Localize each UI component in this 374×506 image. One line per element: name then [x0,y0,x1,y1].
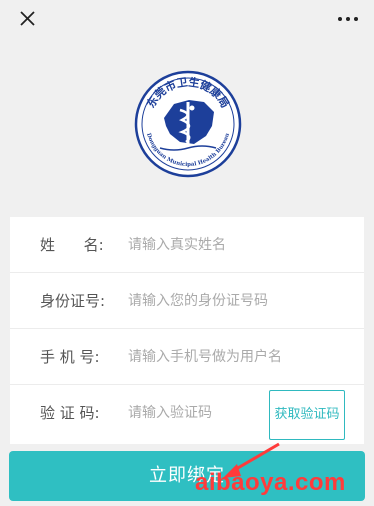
code-input[interactable] [128,399,253,427]
name-row: 姓 名: [10,217,364,273]
id-number-label: 身份证号: [40,292,106,310]
health-bureau-logo: 东莞市卫生健康局 Dongguan Municipal Health Burea… [134,70,242,178]
id-number-row: 身份证号: [10,273,364,329]
get-code-button[interactable]: 获取验证码 [269,390,345,440]
phone-row: 手 机 号: [10,329,364,385]
watermark: aibaoya.com [195,469,346,496]
more-dots-icon[interactable] [334,7,362,31]
code-label: 验 证 码: [40,404,100,422]
top-bar [0,0,374,38]
id-number-input[interactable] [128,287,338,315]
phone-input[interactable] [128,343,338,371]
name-label: 姓 名: [40,236,104,254]
bind-form: 姓 名: 身份证号: 手 机 号: 验 证 码: 获取验证码 [10,217,364,444]
name-input[interactable] [128,231,338,259]
close-icon[interactable] [13,6,41,32]
phone-label: 手 机 号: [40,348,100,366]
